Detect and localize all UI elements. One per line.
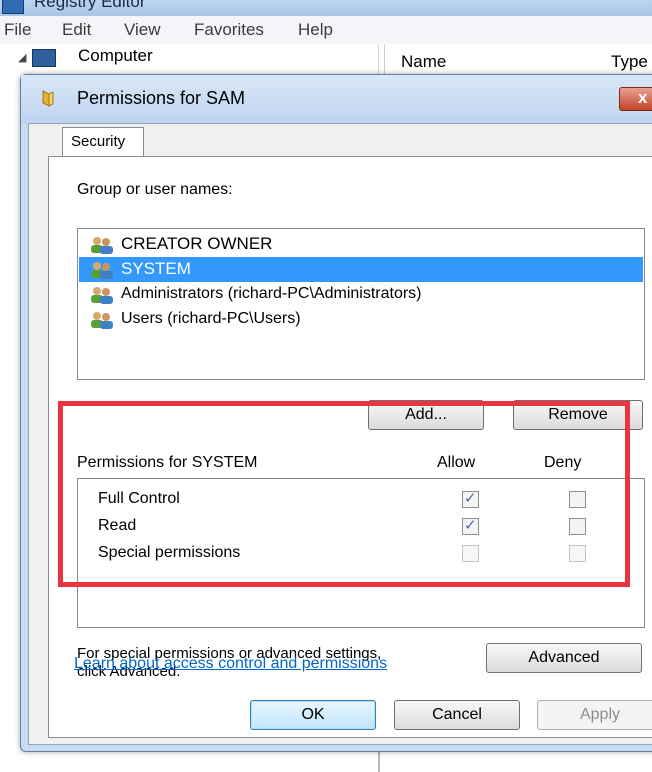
menu-favorites[interactable]: Favorites <box>194 20 264 40</box>
tab-security[interactable]: Security <box>62 127 144 158</box>
user-group-icon <box>91 237 113 254</box>
ok-button[interactable]: OK <box>250 700 376 730</box>
dialog-title-bar[interactable]: Permissions for SAM x <box>21 75 652 123</box>
registry-menu-bar: File Edit View Favorites Help <box>0 16 652 44</box>
list-item-creator-owner[interactable]: CREATOR OWNER <box>79 232 643 257</box>
registry-app-icon <box>2 0 24 14</box>
tab-security-label: Security <box>71 133 126 150</box>
menu-file[interactable]: File <box>4 20 31 40</box>
list-item-system[interactable]: SYSTEM <box>79 257 643 282</box>
tree-item-computer[interactable]: Computer <box>78 46 153 66</box>
menu-help[interactable]: Help <box>298 20 333 40</box>
user-group-icon <box>91 262 113 279</box>
menu-edit[interactable]: Edit <box>62 20 91 40</box>
learn-access-control-link[interactable]: Learn about access control and permissio… <box>74 655 387 673</box>
apply-button[interactable]: Apply <box>537 700 652 730</box>
group-names-label: Group or user names: <box>77 181 233 198</box>
list-item-label: Administrators (richard-PC\Administrator… <box>121 285 422 302</box>
menu-view[interactable]: View <box>124 20 161 40</box>
list-item-administrators[interactable]: Administrators (richard-PC\Administrator… <box>79 282 643 307</box>
registry-status-area <box>0 752 652 772</box>
user-group-icon <box>91 312 113 329</box>
list-item-users[interactable]: Users (richard-PC\Users) <box>79 307 643 332</box>
tree-expand-arrow-icon[interactable]: ◢ <box>18 51 26 64</box>
close-icon: x <box>638 88 648 107</box>
permissions-highlight-box <box>58 401 630 587</box>
group-user-list[interactable]: CREATOR OWNER SYSTEM Administrators (ric… <box>77 228 645 380</box>
close-button[interactable]: x <box>619 87 652 111</box>
column-header-name[interactable]: Name <box>401 52 446 72</box>
user-group-icon <box>91 287 113 304</box>
advanced-button[interactable]: Advanced <box>486 643 642 673</box>
registry-title-bar: Registry Editor <box>0 0 652 16</box>
computer-icon <box>32 49 56 67</box>
column-header-type[interactable]: Type <box>611 52 648 72</box>
cancel-button[interactable]: Cancel <box>394 700 520 730</box>
list-item-label: CREATOR OWNER <box>121 234 273 253</box>
registry-window-title: Registry Editor <box>34 0 146 11</box>
folder-icon <box>42 90 54 107</box>
list-item-label: SYSTEM <box>121 259 191 278</box>
dialog-title: Permissions for SAM <box>77 88 246 108</box>
pane-splitter[interactable] <box>378 752 380 772</box>
list-item-label: Users (richard-PC\Users) <box>121 310 301 327</box>
